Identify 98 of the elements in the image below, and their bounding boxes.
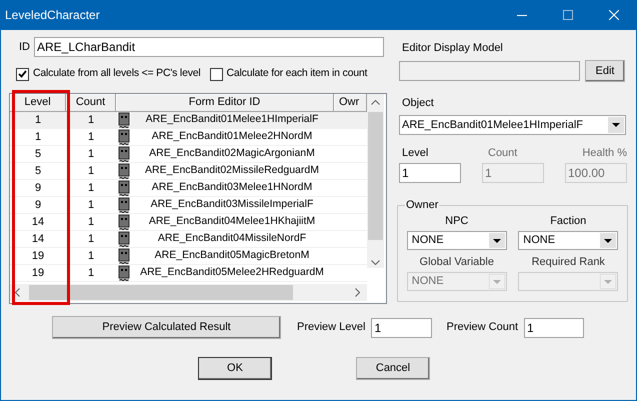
field-label: Level [402, 146, 430, 159]
field-label: Required Rank [532, 255, 605, 268]
field-label: Preview Count [446, 320, 518, 336]
preview-count-field[interactable]: 1 [524, 318, 584, 338]
cancel-button[interactable]: Cancel [356, 357, 430, 380]
table-cell-text: 19 [30, 266, 46, 281]
id-field[interactable]: ARE_LCharBandit [34, 37, 384, 57]
table-cell-text: 1 [86, 248, 96, 264]
list-row[interactable]: 5 1 ARE_EncBandit02MagicArgonianM [10, 146, 367, 163]
field-label: Editor Display Model [402, 41, 504, 54]
table-cell-text: 1 [86, 146, 96, 162]
npc-icon [118, 196, 130, 214]
npc-icon [118, 146, 130, 162]
id-label: ID [19, 40, 31, 55]
dropdown-icon [600, 233, 616, 248]
list-row[interactable]: 9 1 ARE_EncBandit03MissileImperialF [10, 197, 367, 214]
scroll-right-icon [355, 288, 360, 297]
table-cell-text: ARE_EncBandit01Melee1HImperialF [144, 112, 320, 128]
horizontal-scrollbar[interactable] [10, 284, 367, 301]
scroll-down-icon [371, 260, 380, 265]
table-cell-text: ARE_EncBandit02MagicArgonianM [148, 146, 316, 162]
column-header[interactable]: Owr [334, 94, 367, 112]
column-header[interactable]: Count [66, 94, 116, 112]
column-header[interactable]: Level [10, 94, 66, 112]
table-cell-text: 1 [86, 266, 96, 281]
npc-icon [118, 180, 130, 196]
preview-level-field[interactable]: 1 [371, 318, 432, 338]
list-row[interactable]: 14 1 ARE_EncBandit04Melee1HKhajiitM [10, 214, 367, 231]
ok-button[interactable]: OK [198, 357, 272, 380]
scroll-up-icon [371, 100, 380, 105]
window-title: LeveledCharacter [5, 7, 100, 24]
field-label: NPC [445, 214, 468, 227]
model-field[interactable] [399, 61, 580, 81]
table-cell-text: ARE_EncBandit05Melee2HRedguardM [139, 265, 325, 280]
table-cell-text: ARE_EncBandit04Melee1HKhajiitM [148, 214, 316, 230]
dropdown-icon [488, 274, 505, 289]
dropdown[interactable]: NONE [518, 231, 618, 250]
field-label: Preview Level [297, 320, 366, 336]
table-cell-text: ARE_EncBandit02MissileRedguardM [144, 163, 320, 178]
dropdown-icon [608, 117, 624, 133]
table-cell-text: 14 [30, 214, 46, 230]
dropdown-icon [600, 274, 616, 289]
checkbox[interactable]: Calculate for each item in count [210, 66, 368, 82]
field-label: Count [488, 146, 518, 159]
table-cell-text: 1 [86, 214, 96, 230]
input-field[interactable]: 1 [399, 163, 461, 183]
column-header[interactable]: Form Editor ID [116, 94, 334, 112]
table-cell-text: 14 [30, 232, 46, 247]
table-cell-text: ARE_EncBandit01Melee2HNordM [150, 129, 314, 144]
object-dropdown[interactable]: ARE_EncBandit01Melee1HImperialF [399, 115, 626, 135]
table-cell-text: 9 [34, 198, 42, 213]
table-cell-text: 1 [86, 164, 96, 179]
scroll-left-icon [15, 288, 20, 297]
table-cell-text: 9 [34, 180, 42, 196]
list-row[interactable]: 19 1 ARE_EncBandit05Melee2HRedguardM [10, 265, 367, 282]
checkbox[interactable]: Calculate from all levels <= PC's level [16, 66, 201, 82]
scroll-thumb[interactable] [368, 112, 383, 240]
table-cell-text: 5 [34, 164, 42, 179]
maximize-icon [563, 10, 573, 20]
table-cell-text: 1 [86, 232, 96, 247]
table-cell-text: ARE_EncBandit03Melee1HNordM [150, 180, 314, 196]
scroll-thumb[interactable] [29, 285, 293, 300]
list-row[interactable]: 14 1 ARE_EncBandit04MissileNordF [10, 231, 367, 248]
npc-icon [118, 264, 130, 282]
list-row[interactable]: 1 1 ARE_EncBandit01Melee2HNordM [10, 129, 367, 146]
table-cell-text: 1 [34, 112, 42, 128]
field-label: Health % [582, 146, 627, 159]
table-cell-text: 1 [86, 112, 96, 128]
table-cell-text: 19 [30, 248, 46, 264]
vertical-scrollbar[interactable] [367, 94, 384, 268]
table-cell-text: 1 [86, 180, 96, 196]
preview-button[interactable]: Preview Calculated Result [52, 316, 281, 339]
minimize-icon [517, 14, 527, 16]
list-row[interactable]: 1 1 ARE_EncBandit01Melee1HImperialF [10, 112, 367, 129]
field-label: Faction [550, 214, 586, 227]
table-cell-text: 5 [34, 146, 42, 162]
npc-icon [118, 162, 130, 180]
npc-icon [118, 112, 130, 128]
check-icon [18, 70, 27, 78]
table-cell-text: 1 [34, 130, 42, 145]
list-row[interactable]: 9 1 ARE_EncBandit03Melee1HNordM [10, 180, 367, 197]
table-cell-text: 1 [86, 130, 96, 145]
edit-button[interactable]: Edit [585, 60, 625, 82]
table-cell-text: ARE_EncBandit04MissileNordF [156, 231, 308, 246]
table-cell-text: 1 [86, 198, 96, 213]
table-cell-text: ARE_EncBandit05MagicBretonM [154, 248, 310, 264]
field-label: Object [402, 96, 435, 109]
dropdown-icon [488, 233, 505, 248]
npc-icon [118, 128, 130, 146]
npc-icon [118, 214, 130, 230]
list-row[interactable]: 5 1 ARE_EncBandit02MissileRedguardM [10, 163, 367, 180]
list-row[interactable]: 19 1 ARE_EncBandit05MagicBretonM [10, 248, 367, 265]
dropdown[interactable]: NONE [406, 231, 507, 250]
npc-icon [118, 230, 130, 248]
field-label: Global Variable [420, 255, 494, 268]
close-icon [609, 10, 619, 20]
table-cell-text: ARE_EncBandit03MissileImperialF [150, 197, 314, 212]
npc-icon [118, 248, 130, 264]
